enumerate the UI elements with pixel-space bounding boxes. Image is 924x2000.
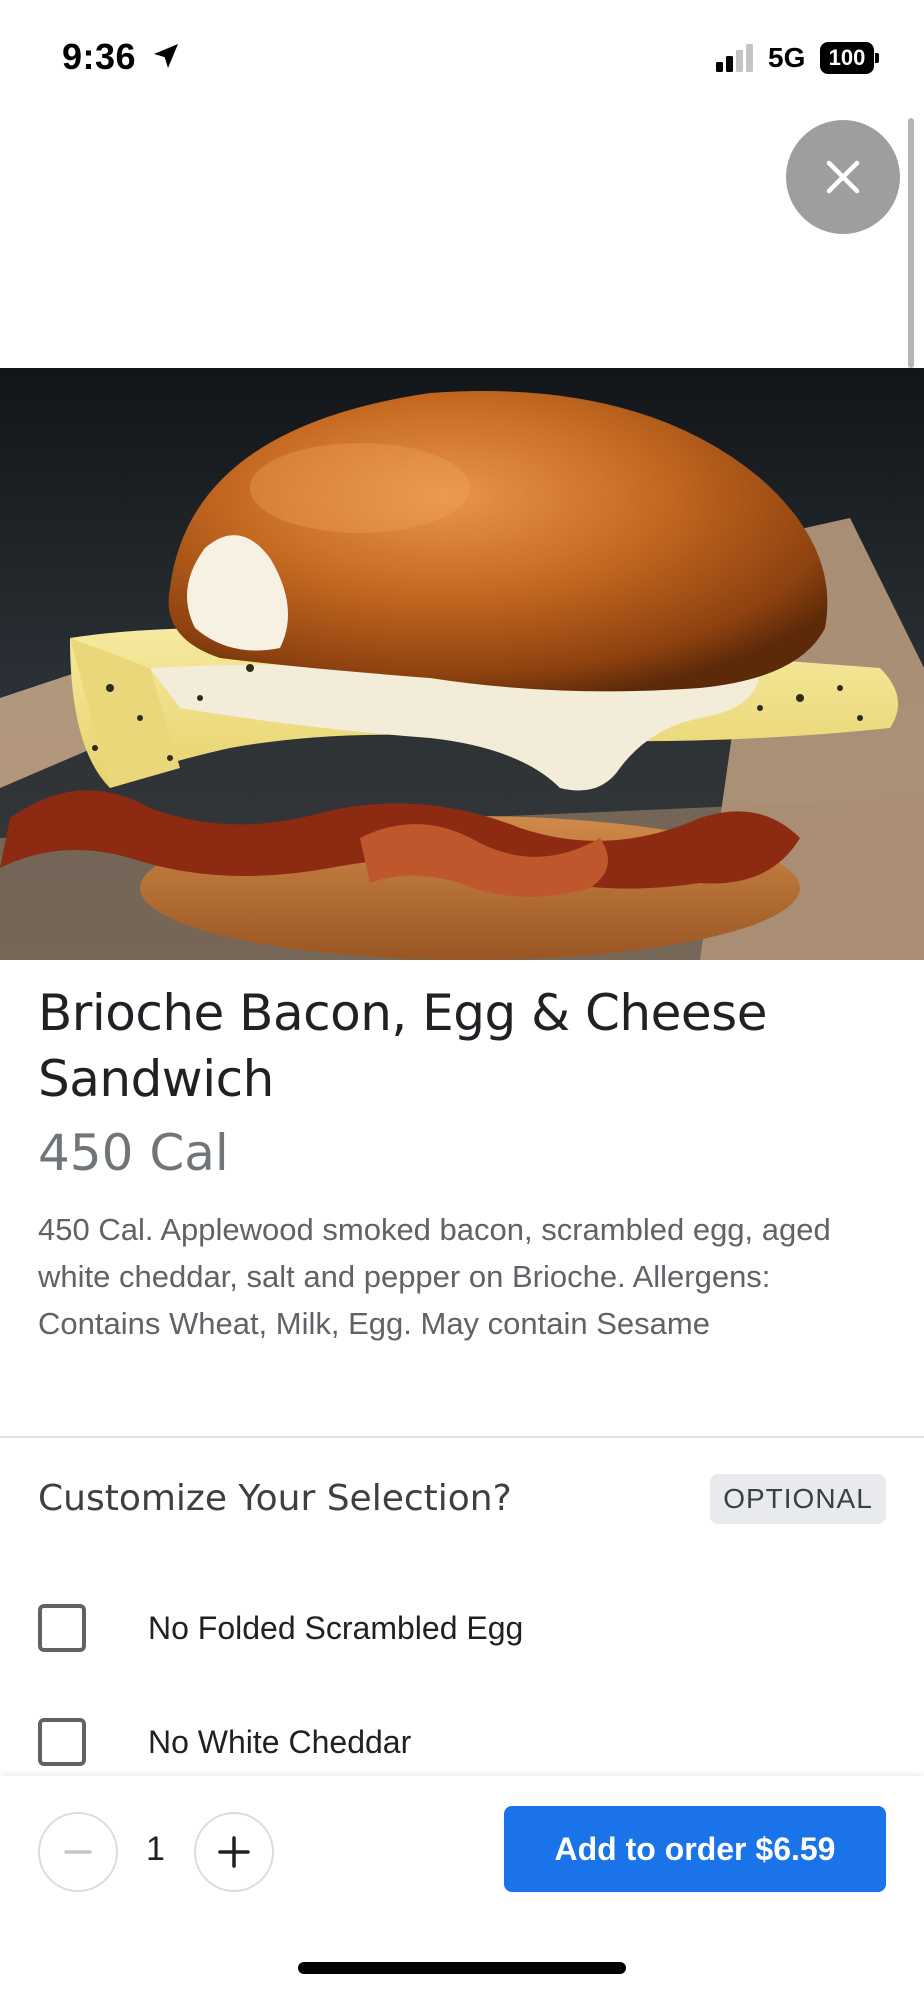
close-icon [826, 160, 860, 194]
location-arrow-icon [150, 40, 182, 72]
option-no-folded-scrambled-egg[interactable]: No Folded Scrambled Egg [38, 1598, 888, 1658]
status-bar: 9:36 5G 100 [0, 0, 924, 118]
network-label: 5G [768, 42, 806, 73]
decrease-quantity-button[interactable] [38, 1812, 118, 1892]
option-no-white-cheddar[interactable]: No White Cheddar [38, 1712, 888, 1772]
option-label: No White Cheddar [148, 1723, 412, 1760]
battery-level: 100 [820, 42, 874, 74]
add-to-order-button[interactable]: Add to order $6.59 [504, 1806, 886, 1892]
checkbox[interactable] [38, 1718, 86, 1766]
status-time: 9:36 [62, 36, 137, 77]
plus-icon [218, 1836, 250, 1868]
option-label: No Folded Scrambled Egg [148, 1609, 524, 1646]
product-image [0, 368, 924, 960]
checkbox[interactable] [38, 1604, 86, 1652]
quantity-value: 1 [146, 1830, 165, 1868]
customize-title: Customize Your Selection? [38, 1478, 512, 1519]
scroll-indicator[interactable] [908, 118, 914, 368]
optional-badge: OPTIONAL [710, 1474, 886, 1524]
product-title: Brioche Bacon, Egg & Cheese Sandwich [38, 984, 767, 1108]
close-button[interactable] [786, 120, 900, 234]
signal-icon [716, 44, 756, 72]
battery-icon: 100 [820, 42, 879, 74]
section-divider [0, 1436, 924, 1438]
product-description: 450 Cal. Applewood smoked bacon, scrambl… [38, 1212, 831, 1341]
increase-quantity-button[interactable] [194, 1812, 274, 1892]
order-action-bar: 1 Add to order $6.59 [0, 1776, 924, 2000]
home-indicator [298, 1962, 626, 1974]
minus-icon [64, 1850, 92, 1854]
product-calories: 450 Cal [38, 1124, 229, 1182]
